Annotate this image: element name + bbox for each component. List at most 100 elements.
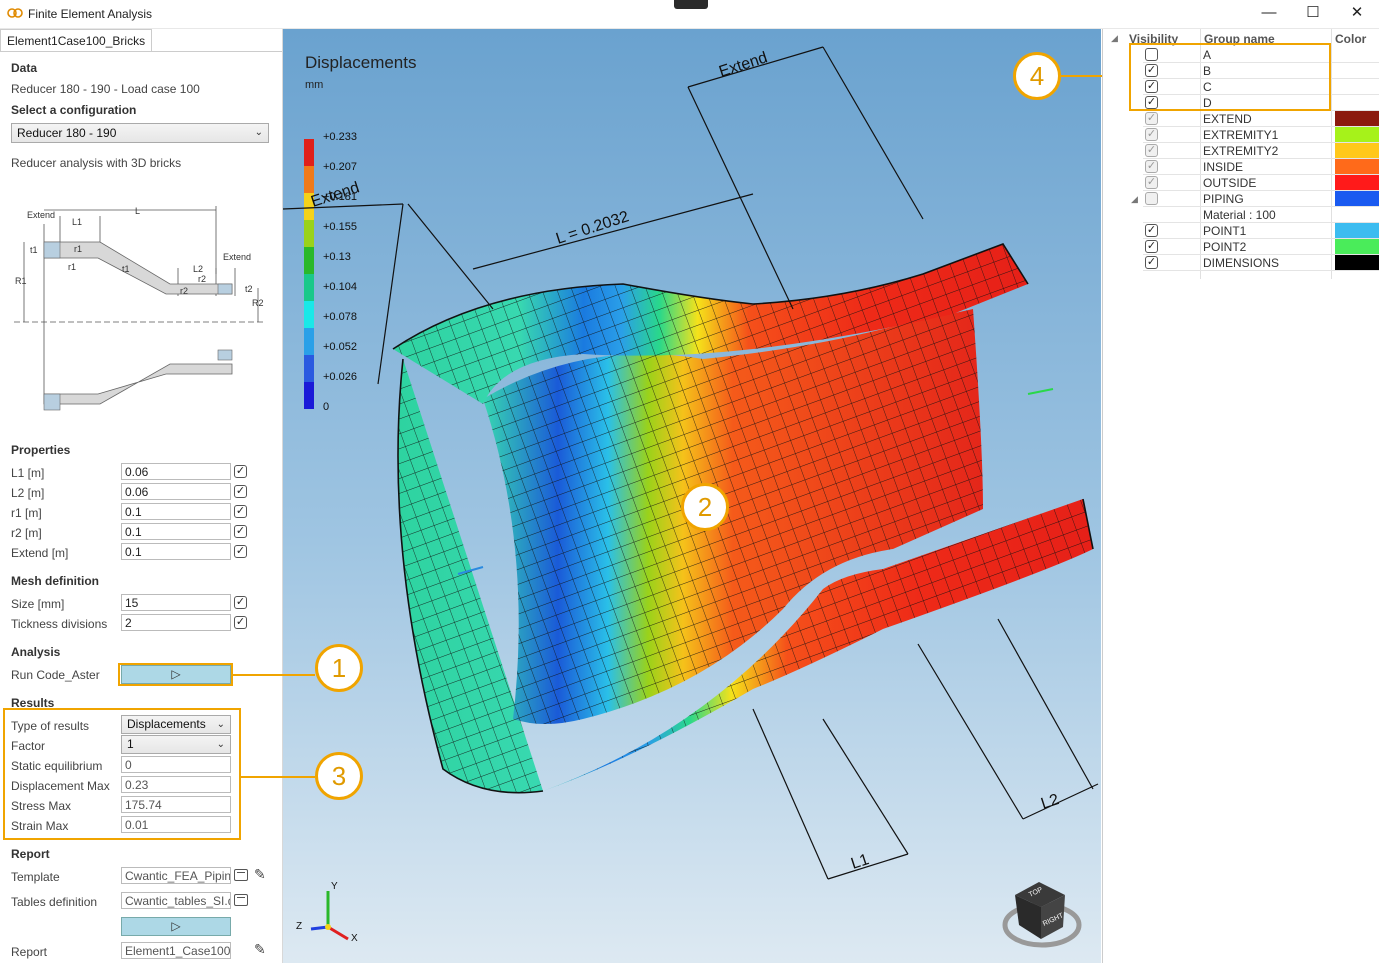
group-row[interactable]: PIPING: [1103, 191, 1379, 207]
group-color-swatch[interactable]: [1335, 255, 1379, 270]
config-header: Select a configuration: [11, 103, 137, 117]
diagram-label-l2: L2: [193, 264, 203, 274]
collapse-arrow-icon[interactable]: ◢: [1111, 33, 1118, 44]
property-field-r2[interactable]: 0.1: [121, 523, 231, 540]
group-color-swatch[interactable]: [1335, 175, 1379, 190]
group-name: EXTEND: [1203, 112, 1252, 126]
group-row[interactable]: ✓ EXTREMITY1: [1103, 127, 1379, 143]
group-visibility-checkbox: ✓: [1145, 144, 1158, 157]
group-visibility-checkbox: ✓: [1145, 128, 1158, 141]
diagram-label-extend-right: Extend: [223, 252, 251, 262]
group-visibility-checkbox[interactable]: ✓: [1145, 240, 1158, 253]
group-row[interactable]: ✓ POINT1: [1103, 223, 1379, 239]
property-check-r2[interactable]: ✓: [234, 525, 247, 538]
tab-element-case[interactable]: Element1Case100_Bricks: [0, 29, 153, 52]
diagram-label-r1b: r1: [68, 262, 76, 272]
group-name: OUTSIDE: [1203, 176, 1257, 190]
diagram-label-t2: t2: [245, 284, 253, 294]
group-visibility-checkbox: [1145, 192, 1158, 205]
property-field-l1[interactable]: 0.06: [121, 463, 231, 480]
callout-3: 3: [315, 752, 363, 800]
diagram-label-extend-left: Extend: [27, 210, 55, 220]
dimension-label-length: L = 0.2032: [554, 208, 631, 248]
mesh-check-size[interactable]: ✓: [234, 596, 247, 609]
group-row[interactable]: ✓ EXTREMITY2: [1103, 143, 1379, 159]
chevron-down-icon: ⌄: [254, 127, 263, 138]
group-row[interactable]: ✓ DIMENSIONS: [1103, 255, 1379, 271]
callout-leader-3: [241, 776, 315, 778]
property-check-extend[interactable]: ✓: [234, 545, 247, 558]
diagram-label-R2: R2: [252, 298, 264, 308]
group-color-swatch[interactable]: [1335, 159, 1379, 174]
group-name: INSIDE: [1203, 160, 1244, 174]
group-visibility-checkbox[interactable]: ✓: [1145, 224, 1158, 237]
diagram-label-t1b: t1: [122, 264, 130, 274]
group-row[interactable]: ✓ OUTSIDE: [1103, 175, 1379, 191]
diagram-label-r1a: r1: [74, 244, 82, 254]
property-field-extend[interactable]: 0.1: [121, 543, 231, 560]
property-label-r1: r1 [m]: [11, 506, 42, 520]
group-row[interactable]: Material : 100: [1103, 207, 1379, 223]
group-color-swatch[interactable]: [1335, 191, 1379, 206]
folder-icon[interactable]: [234, 894, 248, 906]
group-visibility-checkbox: ✓: [1145, 160, 1158, 173]
tab-divider: [0, 51, 282, 52]
group-name: PIPING: [1203, 192, 1244, 206]
group-name: DIMENSIONS: [1203, 256, 1280, 270]
group-visibility-checkbox: ✓: [1145, 112, 1158, 125]
close-button[interactable]: ✕: [1334, 0, 1379, 28]
template-label: Template: [11, 870, 60, 884]
highlight-results: [3, 708, 241, 840]
property-field-r1[interactable]: 0.1: [121, 503, 231, 520]
group-name: Material : 100: [1203, 208, 1276, 222]
property-check-r1[interactable]: ✓: [234, 505, 247, 518]
group-row[interactable]: ✓ EXTEND: [1103, 111, 1379, 127]
mesh-field-thickness[interactable]: 2: [121, 614, 231, 631]
template-field[interactable]: Cwantic_FEA_Piping: [121, 867, 231, 884]
config-select[interactable]: Reducer 180 - 190 ⌄: [11, 123, 269, 143]
data-header: Data: [11, 61, 38, 75]
diagram-label-l: L: [135, 206, 140, 216]
header-color: Color: [1335, 32, 1367, 46]
groups-panel: ◢ Visibility Group name Color ◢ A ✓ B ✓ C ✓ D ✓…: [1102, 29, 1379, 963]
report-field[interactable]: Element1_Case100_I: [121, 942, 231, 959]
highlight-run-button: [118, 663, 233, 686]
dimension-label-extend-top: Extend: [717, 49, 770, 81]
generate-report-button[interactable]: ▷: [121, 917, 231, 936]
group-color-swatch[interactable]: [1335, 223, 1379, 238]
callout-leader-1: [233, 674, 315, 676]
folder-icon[interactable]: [234, 869, 248, 881]
config-description: Reducer analysis with 3D bricks: [11, 156, 182, 170]
axis-label-x: X: [351, 933, 358, 944]
group-name: POINT1: [1203, 224, 1247, 238]
mesh-check-thickness[interactable]: ✓: [234, 616, 247, 629]
group-color-swatch[interactable]: [1335, 127, 1379, 142]
report-header: Report: [11, 847, 50, 861]
property-field-l2[interactable]: 0.06: [121, 483, 231, 500]
window-grip-handle[interactable]: [674, 0, 708, 9]
mesh-field-size[interactable]: 15: [121, 594, 231, 611]
group-visibility-checkbox[interactable]: ✓: [1145, 256, 1158, 269]
group-color-swatch[interactable]: [1335, 239, 1379, 254]
group-color-swatch[interactable]: [1335, 111, 1379, 126]
property-check-l2[interactable]: ✓: [234, 485, 247, 498]
data-subtitle: Reducer 180 - 190 - Load case 100: [11, 82, 200, 96]
property-label-l1: L1 [m]: [11, 466, 45, 480]
highlight-groups: [1129, 43, 1331, 111]
group-row[interactable]: ✓ POINT2: [1103, 239, 1379, 255]
properties-header: Properties: [11, 443, 71, 457]
view-cube[interactable]: TOP RIGHT: [995, 877, 1085, 959]
maximize-button[interactable]: ☐: [1290, 0, 1336, 28]
diagram-label-r2b: r2: [180, 286, 188, 296]
pencil-icon[interactable]: ✎: [254, 866, 266, 883]
group-name: EXTREMITY2: [1203, 144, 1279, 158]
diagram-label-r2a: r2: [198, 274, 206, 284]
analysis-header: Analysis: [11, 645, 61, 659]
group-color-swatch[interactable]: [1335, 143, 1379, 158]
property-label-l2: L2 [m]: [11, 486, 45, 500]
property-check-l1[interactable]: ✓: [234, 465, 247, 478]
minimize-button[interactable]: —: [1246, 0, 1292, 28]
group-row[interactable]: ✓ INSIDE: [1103, 159, 1379, 175]
tables-field[interactable]: Cwantic_tables_SI.dc: [121, 892, 231, 909]
pencil-icon[interactable]: ✎: [254, 941, 266, 958]
